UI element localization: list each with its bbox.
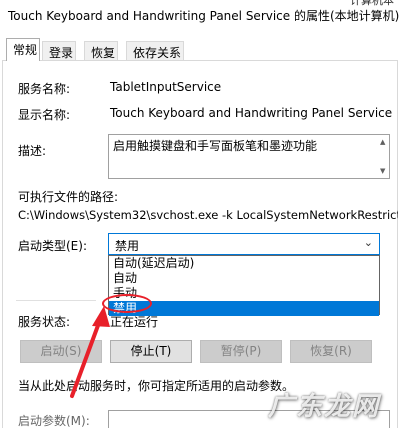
service-name-value: TabletInputService: [110, 80, 222, 94]
cropped-background-text: 计算机本: [350, 0, 394, 7]
title-bar: Touch Keyboard and Handwriting Panel Ser…: [0, 0, 400, 30]
exec-path-value: C:\Windows\System32\svchost.exe -k Local…: [18, 208, 398, 222]
chevron-down-icon[interactable]: ⌄: [364, 236, 373, 249]
scroll-down-icon[interactable]: ▼: [380, 167, 385, 175]
annotation-highlight-ellipse: [102, 294, 152, 313]
display-name-label: 显示名称:: [18, 108, 71, 122]
tab-logon[interactable]: 登录: [42, 41, 76, 60]
startup-type-label: 启动类型(E):: [18, 239, 87, 253]
watermark-logo: 广东龙网: [268, 392, 381, 422]
option-auto-delayed[interactable]: 自动(延迟启动): [109, 256, 379, 271]
pause-button[interactable]: 暂停(P): [200, 340, 282, 363]
resume-button[interactable]: 恢复(R): [290, 340, 372, 363]
start-params-note: 当从此处启动服务时，你可指定所适用的启动参数。: [18, 379, 295, 393]
description-text: 启用触摸键盘和手写面板笔和墨迹功能: [113, 139, 318, 153]
exec-path-label: 可执行文件的路径:: [18, 190, 119, 204]
description-label: 描述:: [18, 144, 47, 158]
display-name-value: Touch Keyboard and Handwriting Panel Ser…: [110, 106, 393, 120]
tab-dependencies[interactable]: 依存关系: [126, 41, 184, 60]
startup-type-current: 禁用: [115, 239, 140, 253]
stop-button[interactable]: 停止(T): [110, 340, 192, 363]
service-name-label: 服务名称:: [18, 82, 71, 96]
tab-strip: 常规 登录 恢复 依存关系: [0, 38, 400, 61]
description-box[interactable]: 启用触摸键盘和手写面板笔和墨迹功能 ▲ ▼: [108, 134, 390, 179]
scroll-up-icon[interactable]: ▲: [380, 138, 385, 146]
description-scrollbar[interactable]: ▲ ▼: [378, 136, 388, 177]
separator: [16, 300, 96, 301]
startup-type-select[interactable]: 禁用 ⌄: [108, 233, 380, 255]
window-title: Touch Keyboard and Handwriting Panel Ser…: [8, 9, 400, 23]
tab-recovery[interactable]: 恢复: [84, 41, 118, 60]
service-status-label: 服务状态:: [18, 315, 71, 329]
start-button[interactable]: 启动(S): [20, 340, 102, 363]
tab-general[interactable]: 常规: [6, 38, 40, 61]
start-params-label: 启动参数(M):: [18, 414, 90, 428]
option-auto[interactable]: 自动: [109, 271, 379, 286]
